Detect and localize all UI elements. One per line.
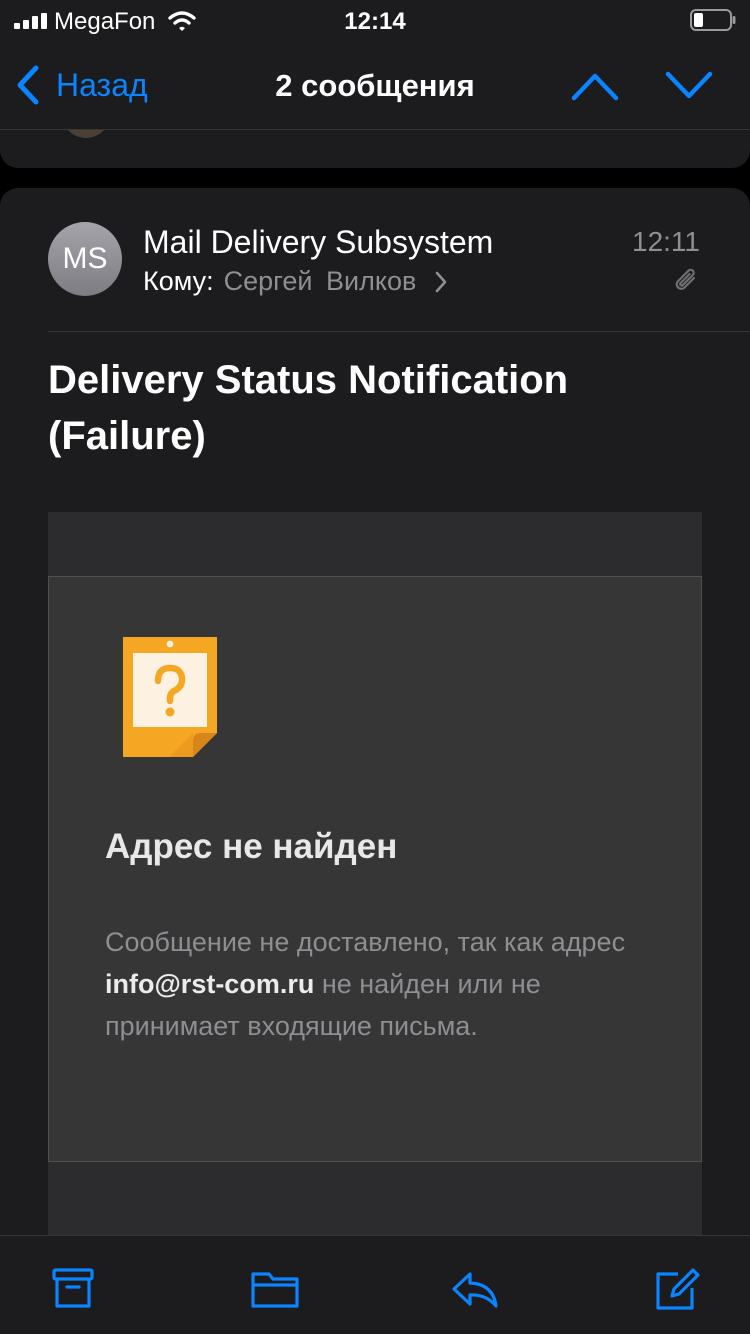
message-card: MS Mail Delivery Subsystem 12:11 Кому: С…: [0, 188, 750, 1334]
chevron-down-icon[interactable]: [664, 68, 714, 104]
reply-icon[interactable]: [450, 1266, 500, 1312]
paperclip-icon: [675, 268, 696, 290]
email-body: Адрес не найден Сообщение не доставлено,…: [48, 512, 702, 1272]
status-bar: MegaFon 12:14: [0, 0, 750, 42]
notification-text-start: Сообщение не доставлено, так как адрес: [105, 927, 626, 957]
avatar: MS: [48, 222, 122, 296]
chevron-up-icon[interactable]: [570, 68, 620, 104]
message-time: 12:11: [632, 226, 700, 257]
message-subject: Delivery Status Notification (Failure): [48, 358, 569, 458]
battery-icon: [690, 9, 736, 31]
question-note-icon: [123, 637, 217, 757]
recipient-address: info@rst-com.ru: [105, 969, 315, 999]
notification-text: Сообщение не доставлено, так как адрес i…: [105, 921, 665, 1047]
bottom-toolbar: [0, 1235, 750, 1334]
archive-icon[interactable]: [48, 1266, 98, 1312]
recipient-row[interactable]: Кому: Сергей Вилков: [143, 266, 448, 297]
previous-message-card[interactable]: [0, 130, 750, 168]
notification-heading: Адрес не найден: [105, 827, 398, 866]
avatar: [62, 130, 110, 138]
recipient-name: Сергей Вилков: [223, 266, 417, 296]
chevron-right-icon: [436, 271, 447, 292]
folder-icon[interactable]: [250, 1266, 300, 1312]
compose-icon[interactable]: [652, 1266, 702, 1312]
notification-box: Адрес не найден Сообщение не доставлено,…: [48, 576, 702, 1162]
navigation-bar: Назад 2 сообщения: [0, 42, 750, 130]
recipient-label: Кому:: [143, 266, 214, 296]
status-time: 12:14: [344, 8, 406, 35]
divider: [48, 331, 750, 332]
page-title: 2 сообщения: [275, 68, 475, 103]
sender-name[interactable]: Mail Delivery Subsystem: [143, 224, 493, 261]
